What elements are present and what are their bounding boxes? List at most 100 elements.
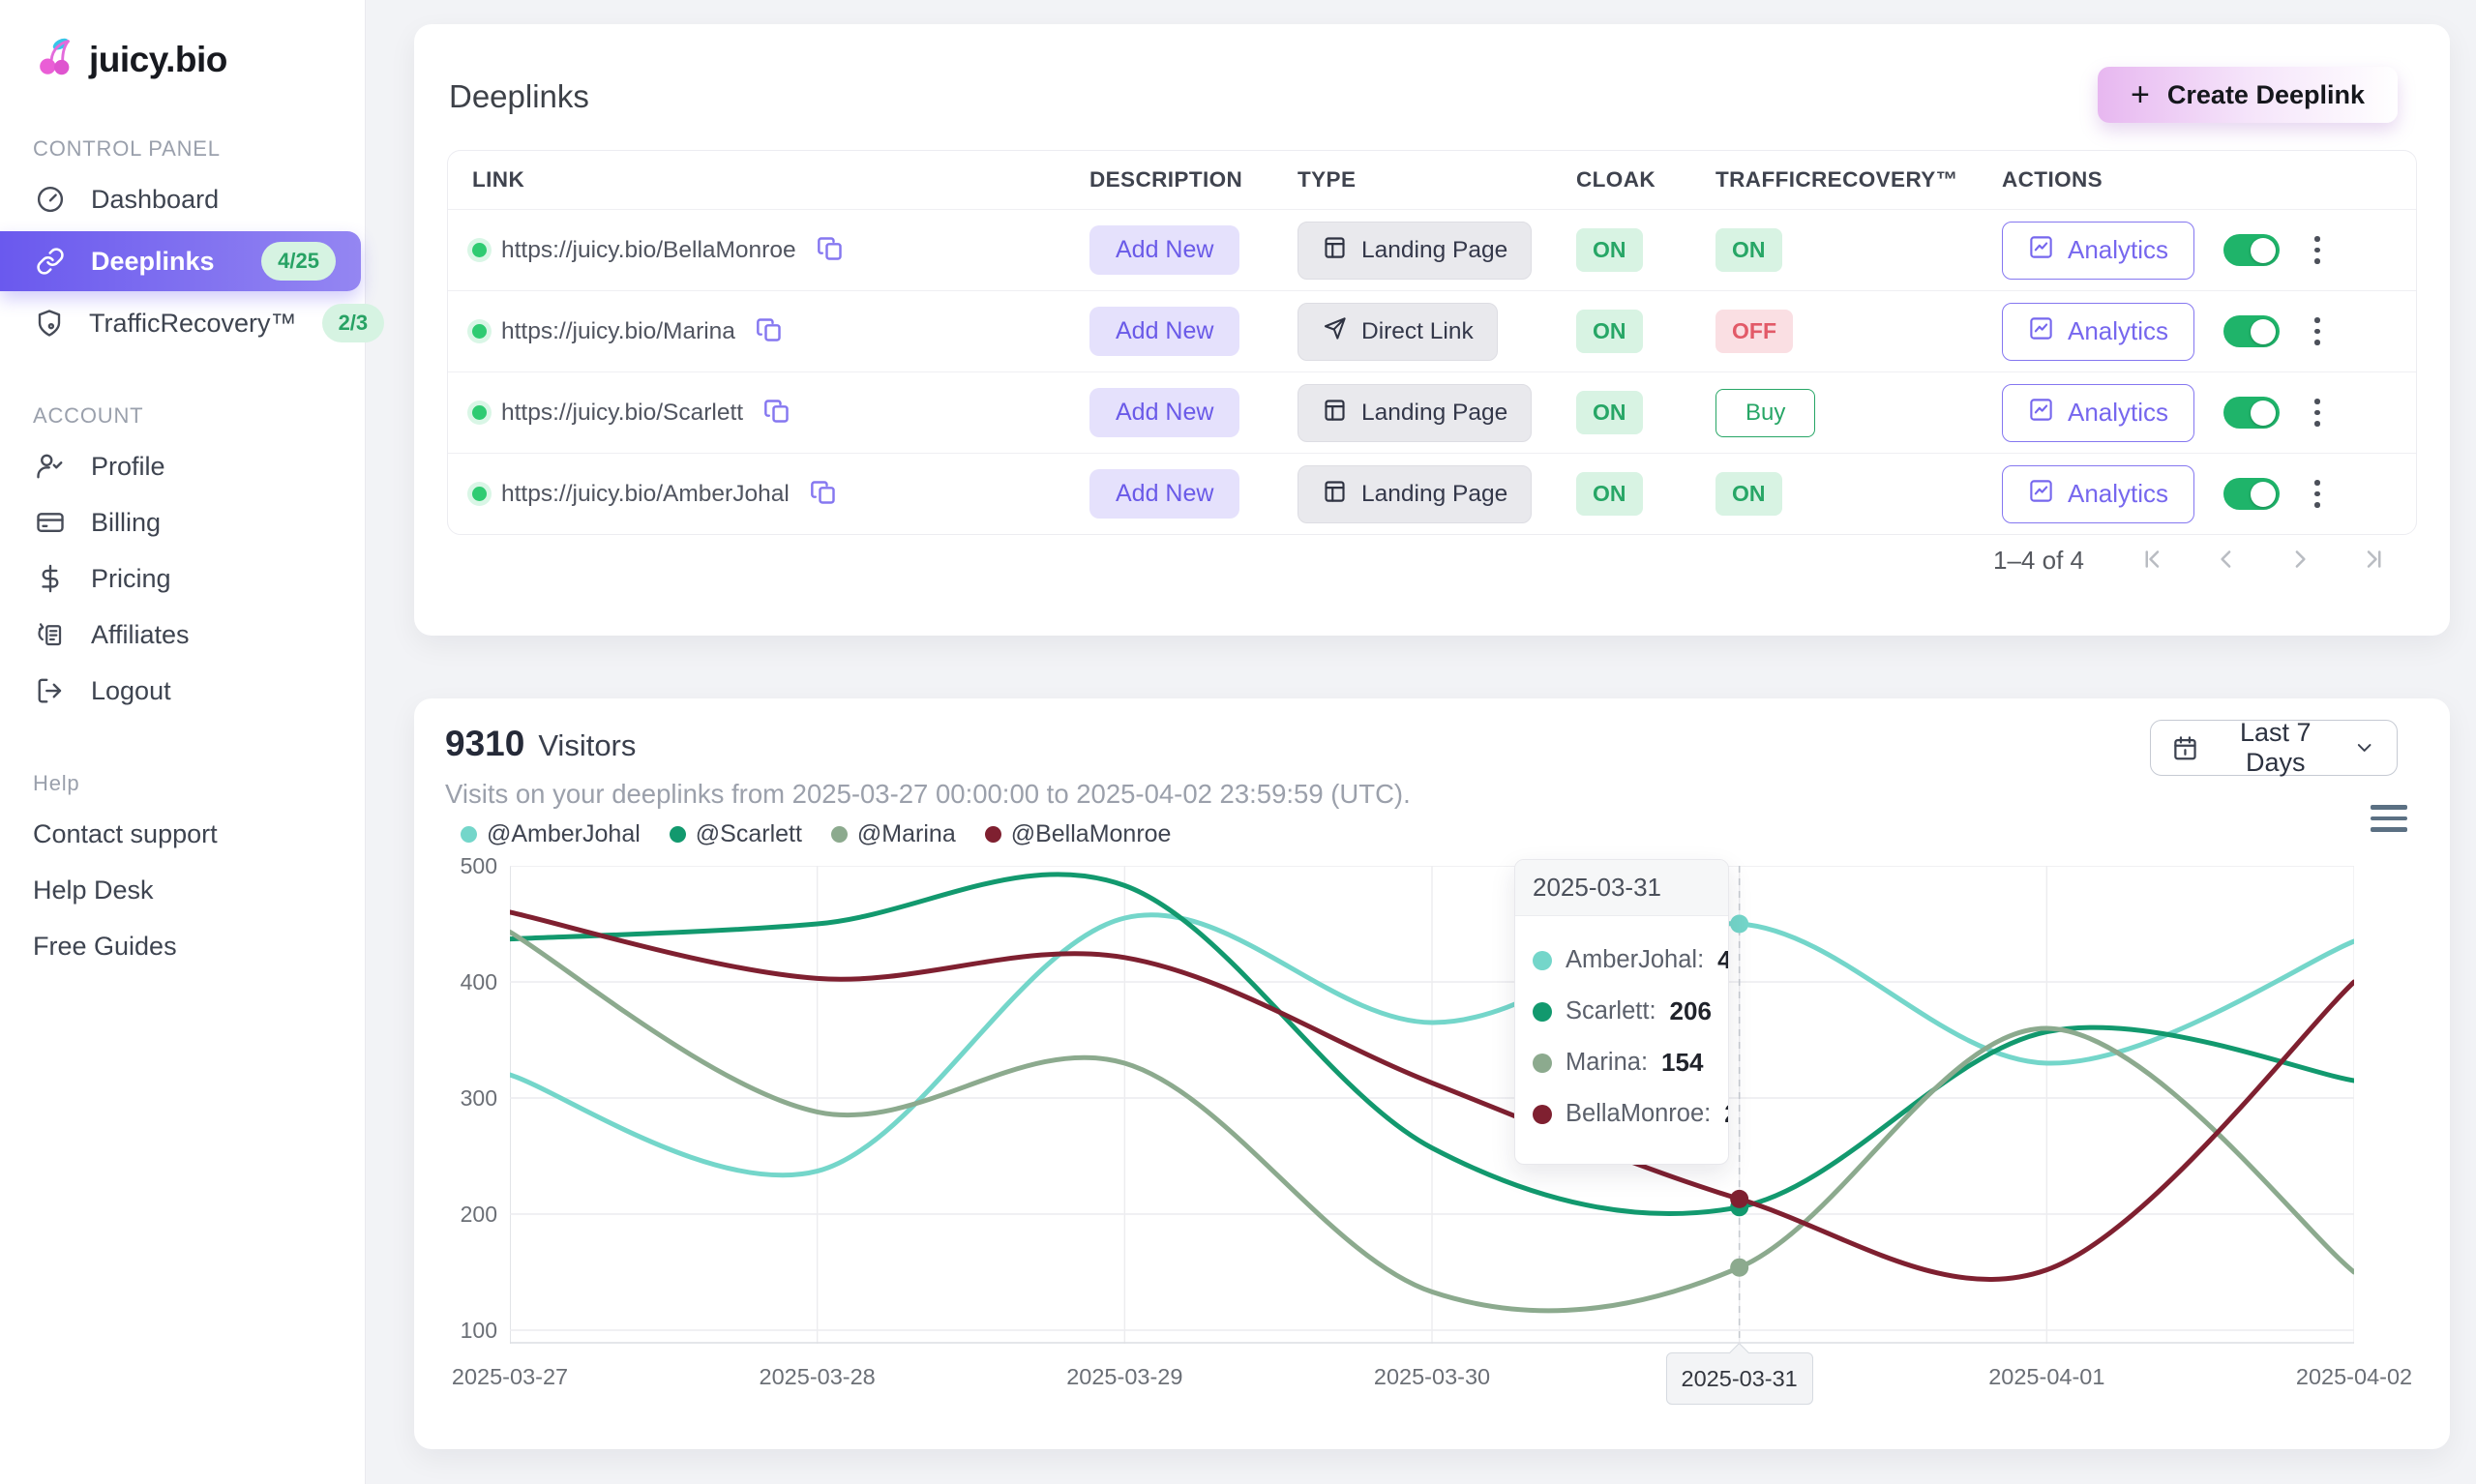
deeplink-url[interactable]: https://juicy.bio/BellaMonroe [501, 237, 796, 264]
type-pill[interactable]: Landing Page [1298, 465, 1532, 523]
sidebar: juicy.bio CONTROL PANELDashboardDeeplink… [0, 0, 366, 1484]
type-pill[interactable]: Landing Page [1298, 384, 1532, 442]
status-dot [472, 487, 487, 501]
prev-page-icon[interactable] [2212, 545, 2241, 577]
table-row: https://juicy.bio/BellaMonroe Add New Land… [448, 209, 2416, 290]
tooltip-row: Marina:154 [1533, 1048, 1711, 1078]
sidebar-item-affiliates[interactable]: Affiliates [0, 607, 365, 663]
y-axis-tick: 500 [420, 853, 497, 879]
chart-menu-icon[interactable] [2367, 801, 2411, 836]
next-page-icon[interactable] [2285, 545, 2314, 577]
add-description-button[interactable]: Add New [1089, 469, 1239, 519]
column-header-link: LINK [472, 167, 1089, 193]
sidebar-item-free-guides[interactable]: Free Guides [0, 918, 365, 974]
brand-logo[interactable]: juicy.bio [0, 0, 365, 84]
chart-tooltip: 2025-03-31 AmberJohal:450Scarlett:206Mar… [1514, 859, 1729, 1165]
link-enabled-toggle[interactable] [2223, 315, 2280, 347]
buy-trafficrecovery-button[interactable]: Buy [1715, 389, 1815, 437]
tooltip-series-value: 154 [1661, 1048, 1703, 1078]
plus-icon: + [2131, 78, 2150, 111]
tooltip-series-dot [1533, 1002, 1552, 1022]
legend-item[interactable]: @BellaMonroe [985, 820, 1172, 848]
analytics-button[interactable]: Analytics [2002, 222, 2194, 280]
x-axis-tick: 2025-03-29 [1008, 1364, 1240, 1390]
column-header-actions: ACTIONS [2002, 167, 2416, 193]
visitors-label: Visitors [538, 728, 636, 763]
analytics-button[interactable]: Analytics [2002, 303, 2194, 361]
sidebar-item-contact-support[interactable]: Contact support [0, 806, 365, 862]
row-menu-icon[interactable] [2309, 474, 2326, 514]
legend-item[interactable]: @Scarlett [670, 820, 802, 848]
chevron-down-icon [2353, 735, 2375, 760]
tooltip-row: Scarlett:206 [1533, 996, 1711, 1026]
link-enabled-toggle[interactable] [2223, 397, 2280, 429]
pagination-range: 1–4 of 4 [1993, 546, 2084, 576]
sidebar-item-deeplinks[interactable]: Deeplinks4/25 [0, 231, 361, 291]
copy-icon[interactable] [754, 316, 785, 347]
pagination: 1–4 of 4 [1993, 545, 2388, 577]
row-menu-icon[interactable] [2309, 230, 2326, 270]
legend-label: @AmberJohal [487, 820, 641, 848]
deeplinks-table: LINK DESCRIPTION TYPE CLOAK TRAFFICRECOV… [447, 150, 2417, 535]
sidebar-item-profile[interactable]: Profile [0, 438, 365, 494]
type-pill[interactable]: Landing Page [1298, 222, 1532, 280]
sidebar-item-pricing[interactable]: Pricing [0, 550, 365, 607]
sidebar-item-dashboard[interactable]: Dashboard [0, 171, 365, 227]
sidebar-item-label: Deeplinks [91, 247, 215, 277]
cloak-status-badge: ON [1576, 391, 1643, 434]
last-page-icon[interactable] [2359, 545, 2388, 577]
sidebar-item-label: Billing [91, 508, 161, 538]
legend-item[interactable]: @AmberJohal [461, 820, 641, 848]
visitors-chart[interactable] [510, 866, 2354, 1344]
link-enabled-toggle[interactable] [2223, 234, 2280, 266]
tooltip-series-value: 450 [1717, 945, 1729, 975]
sidebar-item-logout[interactable]: Logout [0, 663, 365, 719]
x-axis-tick: 2025-03-28 [701, 1364, 934, 1390]
y-axis-tick: 300 [420, 1085, 497, 1112]
sidebar-item-billing[interactable]: Billing [0, 494, 365, 550]
cloak-status-badge: ON [1576, 228, 1643, 272]
deeplink-url[interactable]: https://juicy.bio/Scarlett [501, 400, 743, 427]
tooltip-series-dot [1533, 951, 1552, 970]
deeplink-url[interactable]: https://juicy.bio/Marina [501, 318, 735, 345]
analytics-button[interactable]: Analytics [2002, 465, 2194, 523]
affiliate-icon [35, 619, 66, 650]
analytics-chart-icon [2028, 397, 2054, 430]
tooltip-row: BellaMonroe:213 [1533, 1099, 1711, 1129]
status-dot [472, 243, 487, 257]
table-row: https://juicy.bio/Scarlett Add New Landing… [448, 371, 2416, 453]
visitors-card: 9310 Visitors Visits on your deeplinks f… [414, 698, 2450, 1449]
logout-icon [35, 675, 66, 706]
x-axis-tick: 2025-04-02 [2238, 1364, 2470, 1390]
add-description-button[interactable]: Add New [1089, 307, 1239, 356]
first-page-icon[interactable] [2138, 545, 2167, 577]
gauge-icon [35, 184, 66, 215]
sidebar-item-help-desk[interactable]: Help Desk [0, 862, 365, 918]
create-deeplink-button[interactable]: + Create Deeplink [2098, 67, 2398, 123]
date-range-dropdown[interactable]: Last 7 Days [2150, 720, 2398, 776]
y-axis-tick: 200 [420, 1202, 497, 1228]
add-description-button[interactable]: Add New [1089, 225, 1239, 275]
analytics-button[interactable]: Analytics [2002, 384, 2194, 442]
row-menu-icon[interactable] [2309, 312, 2326, 351]
add-description-button[interactable]: Add New [1089, 388, 1239, 437]
section-label-help: Help [33, 771, 365, 796]
column-header-type: TYPE [1298, 167, 1576, 193]
legend-item[interactable]: @Marina [831, 820, 956, 848]
deeplink-url[interactable]: https://juicy.bio/AmberJohal [501, 481, 790, 508]
row-menu-icon[interactable] [2309, 393, 2326, 432]
direct-link-icon [1322, 315, 1348, 348]
copy-icon[interactable] [815, 235, 846, 266]
copy-icon[interactable] [761, 398, 792, 429]
landing-page-icon [1322, 234, 1348, 267]
type-pill[interactable]: Direct Link [1298, 303, 1498, 361]
tooltip-series-value: 206 [1670, 996, 1712, 1026]
tooltip-series-label: AmberJohal: [1566, 946, 1704, 974]
copy-icon[interactable] [808, 479, 839, 510]
x-axis-tick: 2025-04-01 [1930, 1364, 2163, 1390]
link-enabled-toggle[interactable] [2223, 478, 2280, 510]
tooltip-series-value: 213 [1724, 1099, 1729, 1129]
sidebar-item-trafficrecovery[interactable]: TrafficRecovery™2/3 [0, 295, 365, 351]
legend-dot [670, 826, 686, 843]
calendar-icon [2172, 733, 2198, 762]
